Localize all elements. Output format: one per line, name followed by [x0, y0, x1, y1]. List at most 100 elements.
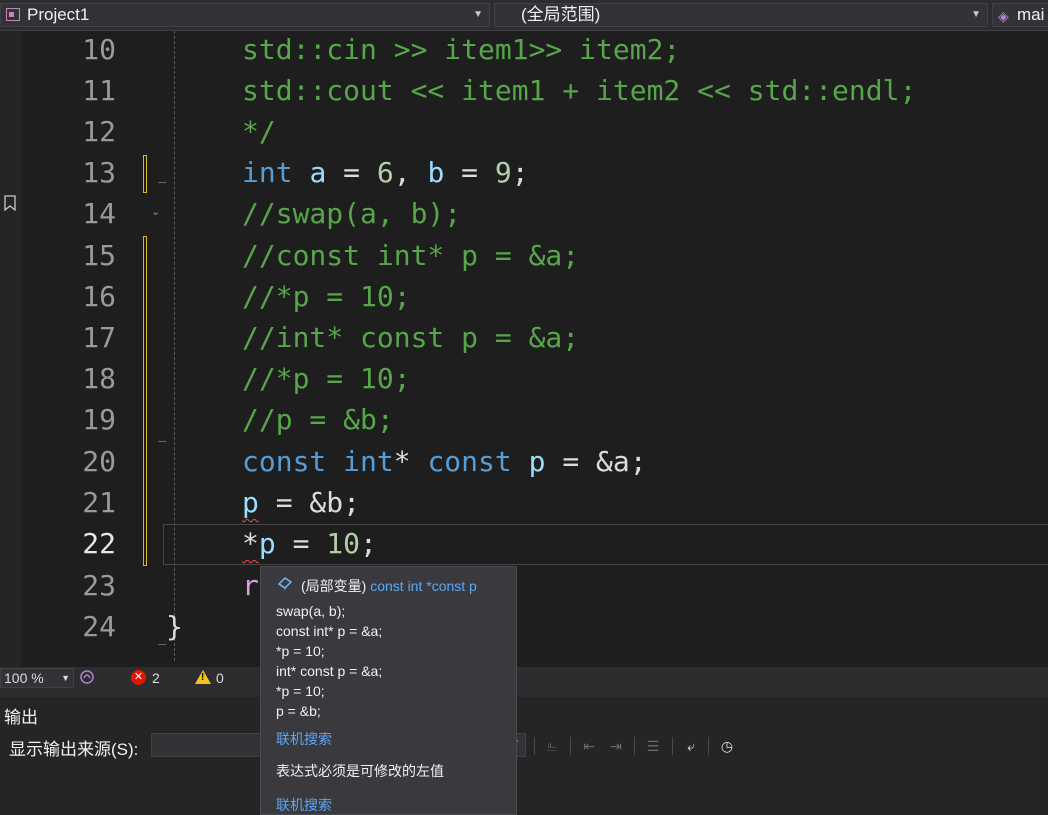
navigation-bar: Project1 ▼ (全局范围) ▼ ◈ mai: [0, 0, 1048, 31]
line-number: 22: [82, 527, 116, 560]
line-number: 24: [82, 610, 116, 643]
code-line: 10 std::cin >> item1>> item2;: [0, 31, 1048, 70]
error-icon[interactable]: ✕: [131, 670, 146, 685]
line-number: 23: [82, 569, 116, 602]
error-count[interactable]: 2: [152, 669, 160, 687]
quick-info-tooltip: (局部变量) const int *const p swap(a, b); co…: [260, 566, 517, 815]
clear-all-icon[interactable]: ☰: [642, 736, 664, 756]
code-text[interactable]: //p = &b;: [242, 399, 394, 440]
warning-count[interactable]: 0: [216, 669, 224, 687]
code-text[interactable]: //*p = 10;: [242, 358, 411, 399]
code-text[interactable]: const int* const p = &a;: [242, 441, 647, 482]
project-icon: [6, 8, 20, 21]
toolbar-separator: [534, 737, 535, 755]
code-editor[interactable]: ⌄ 10 std::cin >> item1>> item2; 11 std::…: [0, 31, 1048, 667]
code-text[interactable]: //int* const p = &a;: [242, 317, 579, 358]
operator-error[interactable]: *: [242, 527, 259, 560]
tooltip-comment-line: *p = 10;: [276, 683, 325, 699]
clock-icon[interactable]: ◷: [716, 736, 738, 756]
toolbar-separator: [570, 737, 571, 755]
code-line: 11 std::cout << item1 + item2 << std::en…: [0, 70, 1048, 111]
line-number: 16: [82, 280, 116, 313]
code-text[interactable]: std::cin >> item1>> item2;: [242, 31, 680, 70]
tooltip-comment-line: int* const p = &a;: [276, 663, 383, 679]
keyword: int: [242, 156, 293, 189]
member-dropdown[interactable]: ◈ mai: [992, 3, 1048, 27]
identifier-error[interactable]: p: [242, 486, 259, 519]
tooltip-header: (局部变量) const int *const p: [301, 576, 477, 596]
code-rest: = &a;: [545, 445, 647, 478]
next-message-icon[interactable]: ⇥: [605, 736, 627, 756]
code-line: 17 //int* const p = &a;: [0, 317, 1048, 358]
code-line: 15 //const int* p = &a;: [0, 235, 1048, 276]
online-search-link[interactable]: 联机搜索: [276, 729, 332, 749]
code-line: 13 int a = 6, b = 9;: [0, 152, 1048, 193]
cube-icon: ◈: [998, 8, 1009, 24]
line-number: 13: [82, 156, 116, 189]
line-number: 14: [82, 197, 116, 230]
tooltip-comment-line: *p = 10;: [276, 643, 325, 659]
tooltip-comment-line: p = &b;: [276, 703, 321, 719]
line-number: 11: [82, 74, 116, 107]
symbol-type: const int *const: [370, 578, 466, 594]
code-text[interactable]: //swap(a, b);: [242, 193, 461, 234]
code-text[interactable]: */: [242, 111, 276, 152]
intellicode-icon[interactable]: [79, 669, 95, 685]
identifier: p: [528, 445, 546, 478]
line-number: 20: [82, 445, 116, 478]
line-number: 15: [82, 239, 116, 272]
semicolon: ;: [360, 527, 377, 560]
code-line: 12 */: [0, 111, 1048, 152]
code-text[interactable]: //*p = 10;: [242, 276, 411, 317]
symbol-name: p: [469, 578, 477, 594]
separator: ,: [393, 156, 428, 189]
tooltip-comment-line: swap(a, b);: [276, 603, 346, 619]
code-line: 22 *p = 10;: [0, 523, 1048, 564]
code-text[interactable]: p = &b;: [242, 482, 360, 523]
number-literal: 10: [326, 527, 361, 560]
code-text[interactable]: *p = 10;: [242, 523, 377, 564]
warning-icon[interactable]: [195, 670, 211, 684]
line-number: 12: [82, 115, 116, 148]
chevron-down-icon: ▼: [971, 9, 981, 20]
code-line: 19 //p = &b;: [0, 399, 1048, 440]
code-line: 23 r: [0, 565, 1048, 606]
chevron-down-icon: ▼: [61, 673, 70, 683]
project-dropdown[interactable]: Project1 ▼: [0, 3, 490, 27]
code-text[interactable]: std::cout << item1 + item2 << std::endl;: [242, 70, 916, 111]
symbol-kind: (局部变量): [301, 578, 367, 594]
zoom-level: 100 %: [4, 670, 44, 686]
identifier: b: [427, 156, 445, 189]
keyword: const: [427, 445, 512, 478]
find-message-icon[interactable]: ⎁: [541, 736, 563, 756]
code-line: 24 }: [0, 606, 1048, 647]
chevron-down-icon: ▼: [473, 9, 483, 20]
online-search-link[interactable]: 联机搜索: [276, 795, 332, 815]
number-literal: 9: [494, 156, 512, 189]
closing-brace[interactable]: }: [166, 606, 183, 647]
zoom-dropdown[interactable]: 100 % ▼: [0, 668, 74, 688]
keyword: const: [242, 445, 327, 478]
code-text[interactable]: int a = 6, b = 9;: [242, 152, 529, 193]
line-number: 17: [82, 321, 116, 354]
identifier: a: [309, 156, 327, 189]
code-line: 14 //swap(a, b);: [0, 193, 1048, 234]
scope-name: (全局范围): [521, 5, 601, 24]
number-literal: 6: [376, 156, 394, 189]
line-number: 18: [82, 362, 116, 395]
word-wrap-icon[interactable]: ⤶: [680, 736, 702, 756]
toolbar-separator: [672, 737, 673, 755]
line-number: 10: [82, 33, 116, 66]
output-source-label: 显示输出来源(S):: [9, 740, 139, 759]
code-text[interactable]: r: [242, 565, 259, 606]
keyword: int: [343, 445, 394, 478]
operator: =: [444, 156, 495, 189]
scope-dropdown[interactable]: (全局范围) ▼: [494, 3, 988, 27]
previous-message-icon[interactable]: ⇤: [578, 736, 600, 756]
line-number: 21: [82, 486, 116, 519]
error-message: 表达式必须是可修改的左值: [276, 763, 444, 779]
member-name: mai: [1017, 5, 1045, 24]
code-text[interactable]: //const int* p = &a;: [242, 235, 579, 276]
local-variable-icon: [277, 577, 293, 590]
code-line: 18 //*p = 10;: [0, 358, 1048, 399]
